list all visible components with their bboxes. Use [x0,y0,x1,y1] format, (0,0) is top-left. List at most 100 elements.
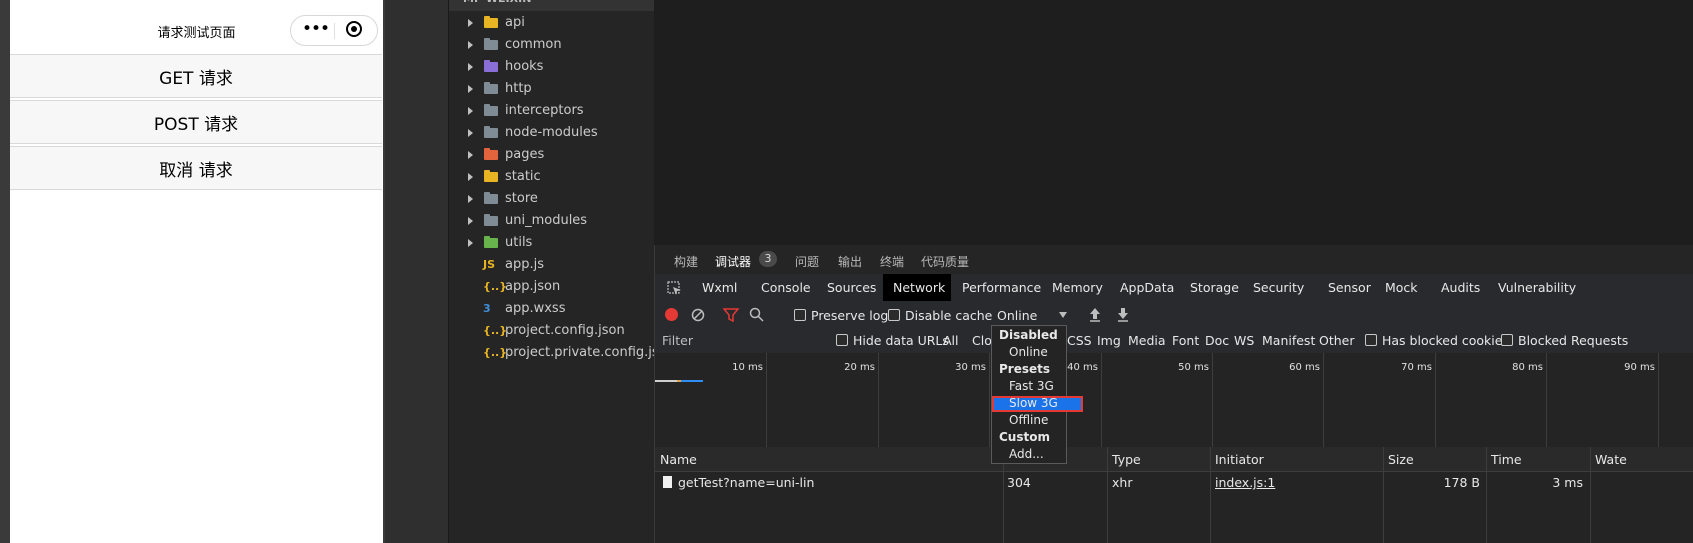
chevron-right-icon[interactable] [468,217,473,225]
project-header[interactable]: MP-WEIXIN [449,0,655,11]
column-initiator[interactable]: Initiator [1215,452,1264,467]
file-item[interactable]: {..} app.json [449,276,655,298]
tab-mock[interactable]: Mock [1385,280,1418,295]
request-initiator-link[interactable]: index.js:1 [1215,475,1275,490]
chevron-right-icon[interactable] [468,173,473,181]
folder-item[interactable]: pages [449,144,655,166]
filter-type-font[interactable]: Font [1172,333,1199,348]
tab-storage[interactable]: Storage [1190,280,1239,295]
tab-console[interactable]: Console [761,280,811,295]
tab-terminal[interactable]: 终端 [880,253,904,270]
column-type[interactable]: Type [1112,452,1141,467]
chevron-right-icon[interactable] [468,129,473,137]
chevron-right-icon[interactable] [468,63,473,71]
request-name[interactable]: getTest?name=uni-lin [678,475,814,490]
search-icon[interactable] [749,307,764,322]
chevron-down-icon[interactable] [1059,312,1067,318]
chevron-right-icon[interactable] [468,151,473,159]
post-request-button[interactable]: POST 请求 [10,100,382,144]
tab-output[interactable]: 输出 [838,253,862,270]
tab-vulnerability[interactable]: Vulnerability [1498,280,1576,295]
file-item[interactable]: {..} project.config.json [449,320,655,342]
column-time[interactable]: Time [1491,452,1522,467]
folder-item[interactable]: store [449,188,655,210]
filter-type-other[interactable]: Other [1319,333,1355,348]
column-waterfall[interactable]: Wate [1595,452,1627,467]
tab-build[interactable]: 构建 [674,253,698,270]
tab-wxml[interactable]: Wxml [702,280,737,295]
timeline-tick: 60 ms [1289,362,1320,373]
throttle-option[interactable]: Fast 3G [992,379,1083,395]
folder-icon [484,148,498,160]
folder-label: common [505,37,562,52]
hide-data-urls-checkbox[interactable] [836,334,848,346]
import-har-icon[interactable] [1088,307,1102,322]
filter-type-manifest[interactable]: Manifest [1262,333,1315,348]
file-item[interactable]: 3 app.wxss [449,298,655,320]
tab-memory[interactable]: Memory [1052,280,1103,295]
throttle-option[interactable]: Slow 3G [992,396,1083,412]
filter-input[interactable]: Filter [662,333,693,348]
menu-capsule[interactable]: ••• [290,15,378,46]
throttle-option[interactable]: Add... [992,447,1083,463]
chevron-right-icon[interactable] [468,239,473,247]
network-timeline: 10 ms 20 ms 30 ms 40 ms 50 ms 60 ms 70 m… [655,353,1693,448]
folder-item[interactable]: utils [449,232,655,254]
tab-performance[interactable]: Performance [962,280,1041,295]
tab-sources[interactable]: Sources [827,280,876,295]
network-filterbar: Filter Hide data URLs All Clou CSS Img M… [655,328,1693,354]
more-icon[interactable]: ••• [302,19,330,39]
tab-issues[interactable]: 问题 [795,253,819,270]
file-explorer: MP-WEIXIN api common hooks http interceptors… [448,0,675,543]
column-size[interactable]: Size [1388,452,1414,467]
folder-item[interactable]: hooks [449,56,655,78]
get-request-button[interactable]: GET 请求 [10,54,382,98]
folder-item[interactable]: api [449,12,655,34]
timeline-tick: 30 ms [955,362,986,373]
folder-item[interactable]: node-modules [449,122,655,144]
folder-item[interactable]: common [449,34,655,56]
tab-audits[interactable]: Audits [1441,280,1480,295]
throttle-option[interactable]: Online [992,345,1083,361]
throttle-group-header: Presets [999,362,1051,376]
inspect-element-icon[interactable] [667,281,682,296]
throttle-option[interactable]: Offline [992,413,1083,429]
throttle-select[interactable]: Online [997,308,1037,323]
tab-appdata[interactable]: AppData [1120,280,1174,295]
chevron-right-icon[interactable] [468,195,473,203]
filter-type-media[interactable]: Media [1128,333,1166,348]
tab-security[interactable]: Security [1253,280,1304,295]
has-blocked-cookies-checkbox[interactable] [1365,334,1377,346]
folder-item[interactable]: interceptors [449,100,655,122]
filter-type-img[interactable]: Img [1097,333,1121,348]
timeline-tick: 90 ms [1624,362,1655,373]
chevron-right-icon[interactable] [468,41,473,49]
tab-code-quality[interactable]: 代码质量 [921,253,969,270]
folder-item[interactable]: http [449,78,655,100]
folder-item[interactable]: static [449,166,655,188]
tab-network[interactable]: Network [893,280,945,295]
column-name[interactable]: Name [660,452,697,467]
export-har-icon[interactable] [1116,307,1130,322]
cancel-request-button[interactable]: 取消 请求 [10,146,382,190]
blocked-requests-checkbox[interactable] [1501,334,1513,346]
close-miniprogram-icon[interactable] [346,21,362,37]
folder-item[interactable]: uni_modules [449,210,655,232]
chevron-right-icon[interactable] [468,107,473,115]
file-item[interactable]: JS app.js [449,254,655,276]
chevron-right-icon[interactable] [468,85,473,93]
filter-type-ws[interactable]: WS [1234,333,1254,348]
disable-cache-label: Disable cache [905,308,993,323]
chevron-right-icon[interactable] [468,19,473,27]
preserve-log-checkbox[interactable] [794,309,806,321]
tab-debugger[interactable]: 调试器 [715,253,751,270]
filter-type-doc[interactable]: Doc [1205,333,1229,348]
record-icon[interactable] [665,308,678,321]
disable-cache-checkbox[interactable] [888,309,900,321]
clear-icon[interactable] [691,308,705,322]
tab-sensor[interactable]: Sensor [1328,280,1371,295]
filter-icon[interactable] [723,308,739,322]
filter-type-all[interactable]: All [943,333,959,348]
folder-icon [484,236,498,248]
file-item[interactable]: {..} project.private.config.json [449,342,675,364]
